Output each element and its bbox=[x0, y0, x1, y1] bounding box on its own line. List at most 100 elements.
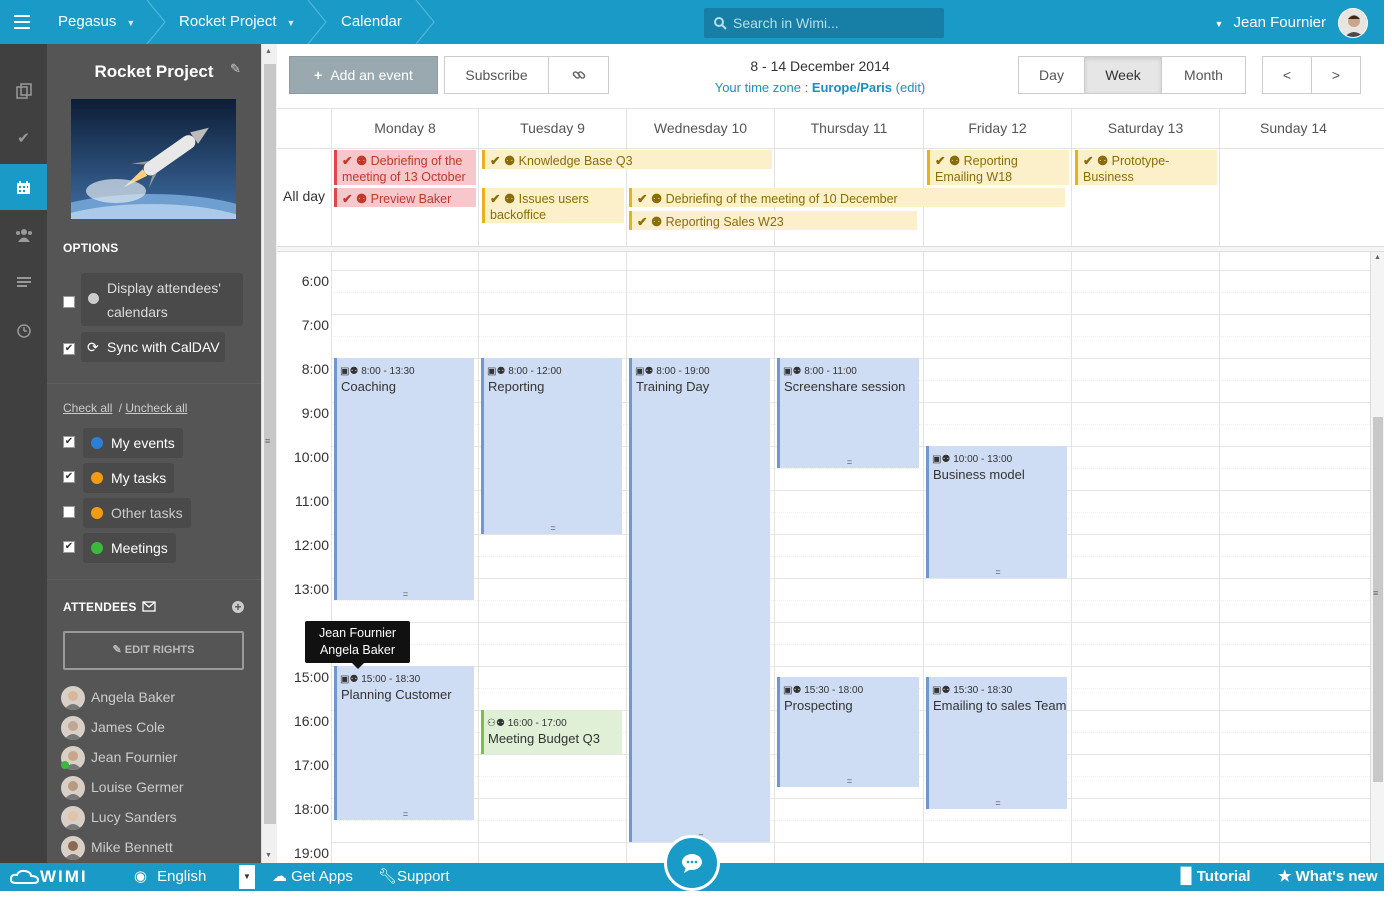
envelope-icon[interactable] bbox=[142, 601, 156, 612]
scroll-up-icon[interactable]: ▲ bbox=[1374, 254, 1381, 261]
resize-handle-icon[interactable]: = bbox=[337, 590, 474, 599]
calendar-item[interactable]: Other tasks bbox=[83, 498, 191, 528]
user-menu[interactable]: ▼ Jean Fournier bbox=[1215, 0, 1326, 44]
attendee-row[interactable]: Mike Bennett bbox=[61, 834, 173, 861]
timezone-edit-link[interactable]: (edit) bbox=[896, 80, 926, 95]
edit-rights-button[interactable]: ✎ EDIT RIGHTS bbox=[63, 631, 244, 670]
calendar-event[interactable]: ▣⚉ 10:00 - 13:00 Business model = bbox=[926, 446, 1067, 578]
add-event-button[interactable]: + Add an event bbox=[289, 56, 438, 94]
whats-new-link[interactable]: ★ What's new bbox=[1278, 863, 1378, 891]
calendar-checkbox[interactable]: ✔ bbox=[63, 541, 75, 553]
calendar-user-icon: ▣⚉ bbox=[487, 366, 509, 377]
pencil-icon[interactable]: ✎ bbox=[230, 61, 241, 77]
calendar-item[interactable]: Meetings bbox=[83, 533, 176, 563]
calendar-event[interactable]: ⚇⚉ 16:00 - 17:00 Meeting Budget Q3 bbox=[481, 710, 622, 754]
hour-label: 18:00 bbox=[293, 801, 329, 817]
attendee-row[interactable]: Louise Germer bbox=[61, 774, 184, 801]
search-input[interactable]: Search in Wimi... bbox=[704, 8, 944, 38]
check-all-link[interactable]: Check all bbox=[63, 401, 112, 415]
view-week-button[interactable]: Week bbox=[1084, 56, 1162, 94]
tooltip-line: Jean Fournier bbox=[318, 626, 397, 640]
allday-event[interactable]: ✔ ⚉ Debriefing of the meeting of 13 Octo… bbox=[334, 150, 476, 185]
menu-icon[interactable] bbox=[14, 15, 30, 29]
resize-handle-icon[interactable]: = bbox=[929, 568, 1067, 577]
sync-caldav-option[interactable]: ⟳ Sync with CalDAV bbox=[81, 332, 225, 362]
language-select[interactable]: ◉ English bbox=[134, 863, 206, 891]
calendar-event[interactable]: ▣⚉ 15:30 - 18:30 Emailing to sales Team = bbox=[926, 677, 1067, 809]
calendar-event[interactable]: ▣⚉ 15:00 - 18:30 Planning Customer = bbox=[334, 666, 474, 820]
view-month-button[interactable]: Month bbox=[1161, 56, 1246, 94]
resize-handle-icon[interactable]: = bbox=[337, 810, 474, 819]
calendar-checkbox[interactable] bbox=[63, 506, 75, 518]
day-header[interactable]: Tuesday 9 bbox=[478, 108, 626, 148]
resize-handle-icon[interactable]: = bbox=[780, 777, 919, 786]
attendee-row[interactable]: Angela Baker bbox=[61, 684, 175, 711]
files-icon[interactable] bbox=[0, 68, 47, 114]
calendar-item[interactable]: My tasks bbox=[83, 463, 175, 493]
breadcrumb-section[interactable]: Calendar bbox=[341, 0, 402, 44]
list-icon[interactable] bbox=[0, 260, 47, 306]
breadcrumb-workspace[interactable]: Pegasus ▼ bbox=[58, 0, 135, 44]
calendar-scrollbar[interactable]: ▲ ≡ bbox=[1370, 252, 1384, 863]
user-avatar[interactable] bbox=[1338, 8, 1368, 38]
view-day-button[interactable]: Day bbox=[1018, 56, 1085, 94]
wimi-logo[interactable]: WIMI bbox=[9, 863, 88, 891]
display-attendees-checkbox[interactable] bbox=[63, 296, 75, 308]
attendee-row[interactable]: James Cole bbox=[61, 714, 165, 741]
day-header[interactable]: Wednesday 10 bbox=[626, 108, 774, 148]
get-apps-link[interactable]: ☁ Get Apps bbox=[272, 863, 353, 891]
calendar-event[interactable]: ▣⚉ 8:00 - 13:30 Coaching = bbox=[334, 358, 474, 600]
allday-event[interactable]: ✔ ⚉ Debriefing of the meeting of 10 Dece… bbox=[629, 188, 1065, 207]
scroll-up-icon[interactable]: ▲ bbox=[265, 48, 272, 55]
calendar-checkbox[interactable]: ✔ bbox=[63, 471, 75, 483]
timezone-value: Europe/Paris bbox=[811, 80, 893, 95]
day-header[interactable]: Friday 12 bbox=[923, 108, 1071, 148]
sync-caldav-checkbox[interactable]: ✔ bbox=[63, 343, 75, 355]
display-attendees-option[interactable]: Display attendees' calendars bbox=[81, 273, 243, 326]
next-button[interactable]: > bbox=[1311, 56, 1361, 94]
tasks-check-icon[interactable]: ✔ bbox=[0, 116, 47, 162]
calendar-icon[interactable] bbox=[0, 164, 47, 210]
resize-handle-icon[interactable]: = bbox=[484, 524, 622, 533]
attendee-row[interactable]: Lucy Sanders bbox=[61, 804, 177, 831]
resize-handle-icon[interactable]: = bbox=[929, 799, 1067, 808]
day-header[interactable]: Monday 8 bbox=[331, 108, 478, 148]
breadcrumb-project[interactable]: Rocket Project ▼ bbox=[179, 0, 295, 44]
calendar-event[interactable]: ▣⚉ 8:00 - 19:00Training Day= bbox=[629, 358, 770, 842]
allday-event[interactable]: ✔ ⚉ Prototype-Business bbox=[1075, 150, 1217, 185]
allday-event[interactable]: ✔ ⚉ Reporting Sales W23 bbox=[629, 211, 917, 230]
resize-handle-icon[interactable]: ≡ bbox=[265, 436, 270, 446]
day-header[interactable]: Thursday 11 bbox=[774, 108, 923, 148]
sidebar-scrollbar[interactable]: ▲ ≡ ▼ bbox=[261, 44, 277, 863]
allday-cell[interactable] bbox=[1219, 148, 1367, 246]
allday-event[interactable]: ✔ ⚉ Knowledge Base Q3 bbox=[482, 150, 772, 169]
calendar-checkbox[interactable]: ✔ bbox=[63, 436, 75, 448]
day-header[interactable]: Sunday 14 bbox=[1219, 108, 1367, 148]
prev-button[interactable]: < bbox=[1262, 56, 1312, 94]
users-icon[interactable] bbox=[0, 212, 47, 258]
chat-button[interactable] bbox=[664, 835, 720, 891]
resize-handle-icon[interactable]: ≡ bbox=[1373, 588, 1378, 598]
scroll-down-icon[interactable]: ▼ bbox=[265, 852, 272, 859]
allday-event[interactable]: ✔ ⚉ Issues users backoffice bbox=[482, 188, 624, 223]
add-attendee-icon[interactable]: + bbox=[232, 601, 244, 613]
link-button[interactable] bbox=[548, 56, 609, 94]
allday-event[interactable]: ✔ ⚉ Reporting Emailing W18 bbox=[927, 150, 1069, 185]
attendee-row[interactable]: Jean Fournier bbox=[61, 744, 177, 771]
calendar-event[interactable]: ▣⚉ 8:00 - 11:00 Screenshare session = bbox=[777, 358, 919, 468]
subscribe-button[interactable]: Subscribe bbox=[444, 56, 549, 94]
day-header[interactable]: Saturday 13 bbox=[1071, 108, 1219, 148]
allday-event[interactable]: ✔ ⚉ Preview Baker bbox=[334, 188, 476, 207]
language-dropdown-icon[interactable]: ▼ bbox=[239, 865, 255, 889]
support-link[interactable]: 🔧︎Support bbox=[378, 863, 450, 891]
calendar-event[interactable]: ▣⚉ 8:00 - 12:00 Reporting = bbox=[481, 358, 622, 534]
uncheck-all-link[interactable]: Uncheck all bbox=[125, 401, 187, 415]
calendar-event[interactable]: ▣⚉ 15:30 - 18:00 Prospecting = bbox=[777, 677, 919, 787]
scroll-thumb[interactable] bbox=[1373, 417, 1383, 782]
check-user-icon: ✔ ⚉ bbox=[1083, 154, 1112, 168]
resize-handle-icon[interactable]: = bbox=[780, 458, 919, 467]
hour-line bbox=[331, 622, 1370, 623]
calendar-item[interactable]: My events bbox=[83, 428, 183, 458]
clock-icon[interactable] bbox=[0, 308, 47, 354]
tutorial-link[interactable]: ▉ Tutorial bbox=[1181, 863, 1251, 891]
